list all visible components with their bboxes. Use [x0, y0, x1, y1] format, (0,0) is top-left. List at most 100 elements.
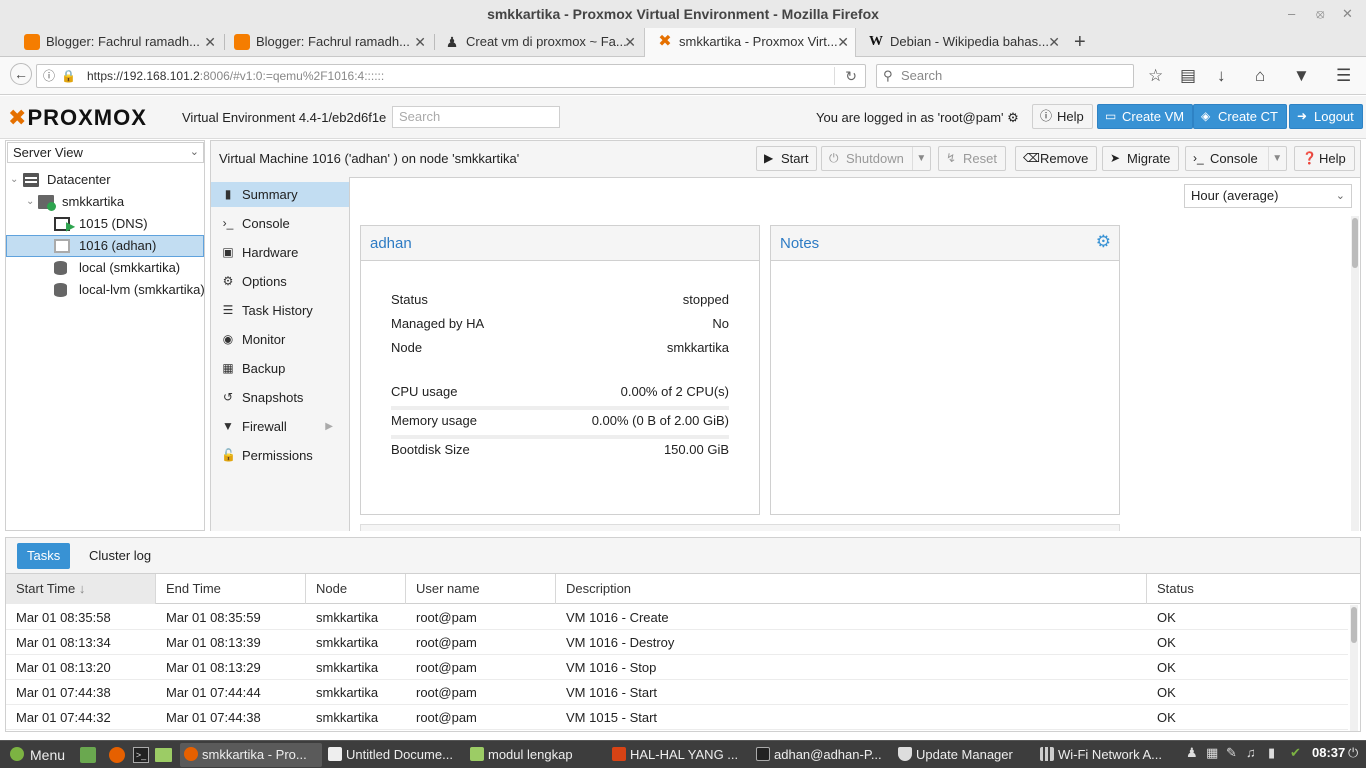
summary-scrollbar[interactable]	[1351, 216, 1359, 531]
taskbar-item-terminal[interactable]: adhan@adhan-P...	[752, 743, 892, 767]
create-ct-button[interactable]: ◈ Create CT	[1193, 104, 1287, 129]
show-desktop-icon[interactable]	[80, 747, 96, 763]
download-icon[interactable]: ↓	[1217, 65, 1226, 87]
home-icon[interactable]: ⌂	[1255, 65, 1265, 87]
clock[interactable]: 08:37	[1312, 745, 1345, 760]
close-tab-icon[interactable]: ✕	[837, 28, 849, 56]
chevron-down-icon: ⌄	[1335, 190, 1345, 202]
new-tab-icon[interactable]: +	[1074, 30, 1086, 54]
menu-firewall[interactable]: ▼ Firewall ▶	[211, 414, 349, 439]
remove-button[interactable]: ⌫ Remove	[1015, 146, 1098, 171]
shutdown-button[interactable]: ⏻ Shutdown ▼	[821, 146, 931, 171]
table-row[interactable]: Mar 01 08:13:20 Mar 01 08:13:29 smkkartika…	[6, 655, 1348, 680]
close-tab-icon[interactable]: ✕	[624, 28, 636, 56]
gear-icon[interactable]: ⚙	[1096, 232, 1111, 252]
close-tab-icon[interactable]: ✕	[414, 28, 426, 56]
gear-icon[interactable]: ⚙	[1007, 110, 1019, 125]
migrate-button[interactable]: ➤ Migrate	[1102, 146, 1180, 171]
minimize-icon[interactable]: –	[1288, 0, 1295, 28]
url-bar[interactable]: ⓘ 🔒 https://192.168.101.2:8006/#v1:0:=qe…	[36, 64, 866, 88]
close-tab-icon[interactable]: ✕	[1048, 28, 1060, 56]
column-end-time[interactable]: End Time	[156, 574, 306, 604]
pocket-icon[interactable]: ▼	[1293, 65, 1310, 87]
browser-tab-4[interactable]: ✖ smkkartika - Proxmox Virt... ✕	[644, 28, 856, 57]
tree-item-storage-lvm[interactable]: local-lvm (smkkartika)	[6, 279, 204, 301]
menu-backup[interactable]: ▦ Backup	[211, 356, 349, 381]
table-row[interactable]: Mar 01 08:35:58 Mar 01 08:35:59 smkkartika…	[6, 605, 1348, 630]
server-view-select[interactable]: Server View ⌄	[7, 142, 204, 163]
reload-icon[interactable]: ↻	[845, 65, 857, 87]
tree-item-vm-1016[interactable]: 1016 (adhan)	[6, 235, 204, 257]
start-menu-button[interactable]: Menu	[4, 743, 65, 767]
menu-options[interactable]: ⚙ Options	[211, 269, 349, 294]
create-vm-button[interactable]: ▭ Create VM	[1097, 104, 1194, 129]
table-row[interactable]: Mar 01 08:13:34 Mar 01 08:13:39 smkkartika…	[6, 630, 1348, 655]
menu-summary[interactable]: ▮ Summary	[211, 182, 349, 207]
taskbar-item-update-manager[interactable]: Update Manager	[894, 743, 1032, 767]
taskbar-item-firefox[interactable]: smkkartika - Pro...	[180, 743, 322, 767]
chevron-down-icon: ▼	[911, 147, 930, 170]
table-row[interactable]: Mar 01 07:44:32 Mar 01 07:44:38 smkkartika…	[6, 705, 1348, 730]
firefox-launcher-icon[interactable]	[109, 747, 125, 763]
volume-icon[interactable]: ♫	[1246, 745, 1256, 760]
reset-button[interactable]: ↯ Reset	[938, 146, 1006, 171]
browser-tab-5[interactable]: W Debian - Wikipedia bahas... ✕	[856, 28, 1066, 56]
tab-tasks[interactable]: Tasks	[17, 543, 71, 569]
logout-button[interactable]: ➜ Logout	[1289, 104, 1363, 129]
menu-monitor[interactable]: ◉ Monitor	[211, 327, 349, 352]
tree-item-vm-1015[interactable]: ▶ 1015 (DNS)	[6, 213, 204, 235]
column-start-time[interactable]: Start Time ↓	[6, 574, 156, 604]
user-icon[interactable]: ♟	[1186, 745, 1198, 761]
reading-list-icon[interactable]: ▤	[1180, 65, 1196, 87]
taskbar-item-presentation[interactable]: HAL-HAL YANG ...	[608, 743, 748, 767]
timeframe-select[interactable]: Hour (average) ⌄	[1184, 184, 1352, 208]
browser-search-input[interactable]: ⚲ Search	[876, 64, 1134, 88]
desktop-icon: ▭	[1105, 109, 1117, 123]
tab-cluster-log[interactable]: Cluster log	[79, 543, 161, 569]
taskbar-item-wifi[interactable]: Wi-Fi Network A...	[1036, 743, 1166, 767]
browser-tab-2[interactable]: Blogger: Fachrul ramadh... ✕	[222, 28, 432, 56]
tab-label: smkkartika - Proxmox Virt...	[679, 34, 838, 49]
browser-tab-1[interactable]: Blogger: Fachrul ramadh... ✕	[12, 28, 222, 56]
info-icon[interactable]: ⓘ	[43, 65, 55, 87]
restore-icon[interactable]: ⦻	[1316, 0, 1325, 28]
menu-task-history[interactable]: ☰ Task History	[211, 298, 349, 323]
table-row[interactable]: Mar 01 07:44:38 Mar 01 07:44:44 smkkartika…	[6, 680, 1348, 705]
menu-snapshots[interactable]: ↺ Snapshots	[211, 385, 349, 410]
power-icon[interactable]: ⏻	[1348, 745, 1358, 761]
console-button[interactable]: ›_ Console ▼	[1185, 146, 1287, 171]
column-status[interactable]: Status	[1147, 574, 1352, 604]
update-shield-icon[interactable]: ✔	[1290, 745, 1301, 761]
tasks-scrollbar[interactable]	[1350, 605, 1358, 731]
pve-search-input[interactable]: Search	[392, 106, 560, 128]
network-icon[interactable]: ▦	[1206, 745, 1218, 761]
taskbar-item-folder[interactable]: modul lengkap	[466, 743, 606, 767]
column-node[interactable]: Node	[306, 574, 406, 604]
tree-item-datacenter[interactable]: ⌄ Datacenter	[6, 169, 204, 191]
column-user-name[interactable]: User name	[406, 574, 556, 604]
column-description[interactable]: Description	[556, 574, 1147, 604]
blogger-icon	[234, 34, 250, 50]
blogger-icon	[24, 34, 40, 50]
terminal-launcher-icon[interactable]: >_	[133, 747, 149, 763]
collapse-icon: ⌄	[10, 174, 19, 185]
header-help-button[interactable]: ⓘ Help	[1032, 104, 1093, 129]
taskbar-item-document[interactable]: Untitled Docume...	[324, 743, 462, 767]
vm-help-button[interactable]: ❓ Help	[1294, 146, 1355, 171]
close-window-icon[interactable]: ✕	[1342, 0, 1353, 28]
close-tab-icon[interactable]: ✕	[204, 28, 216, 56]
terminal-icon: ›_	[1193, 151, 1204, 165]
pen-icon[interactable]: ✎	[1226, 745, 1237, 761]
menu-permissions[interactable]: 🔓 Permissions	[211, 443, 349, 468]
tree-item-node[interactable]: ⌄ smkkartika	[6, 191, 204, 213]
menu-console[interactable]: ›_ Console	[211, 211, 349, 236]
battery-icon[interactable]: ▮	[1268, 745, 1275, 761]
bookmark-star-icon[interactable]: ☆	[1148, 65, 1163, 87]
browser-tab-3[interactable]: ♟ Creat vm di proxmox ~ Fa... ✕	[432, 28, 642, 56]
hamburger-menu-icon[interactable]: ☰	[1336, 65, 1351, 87]
files-launcher-icon[interactable]	[155, 748, 172, 762]
tree-item-storage-local[interactable]: local (smkkartika)	[6, 257, 204, 279]
start-button[interactable]: ▶ Start	[756, 146, 818, 171]
back-icon[interactable]: ←	[10, 63, 32, 85]
menu-hardware[interactable]: ▣ Hardware	[211, 240, 349, 265]
